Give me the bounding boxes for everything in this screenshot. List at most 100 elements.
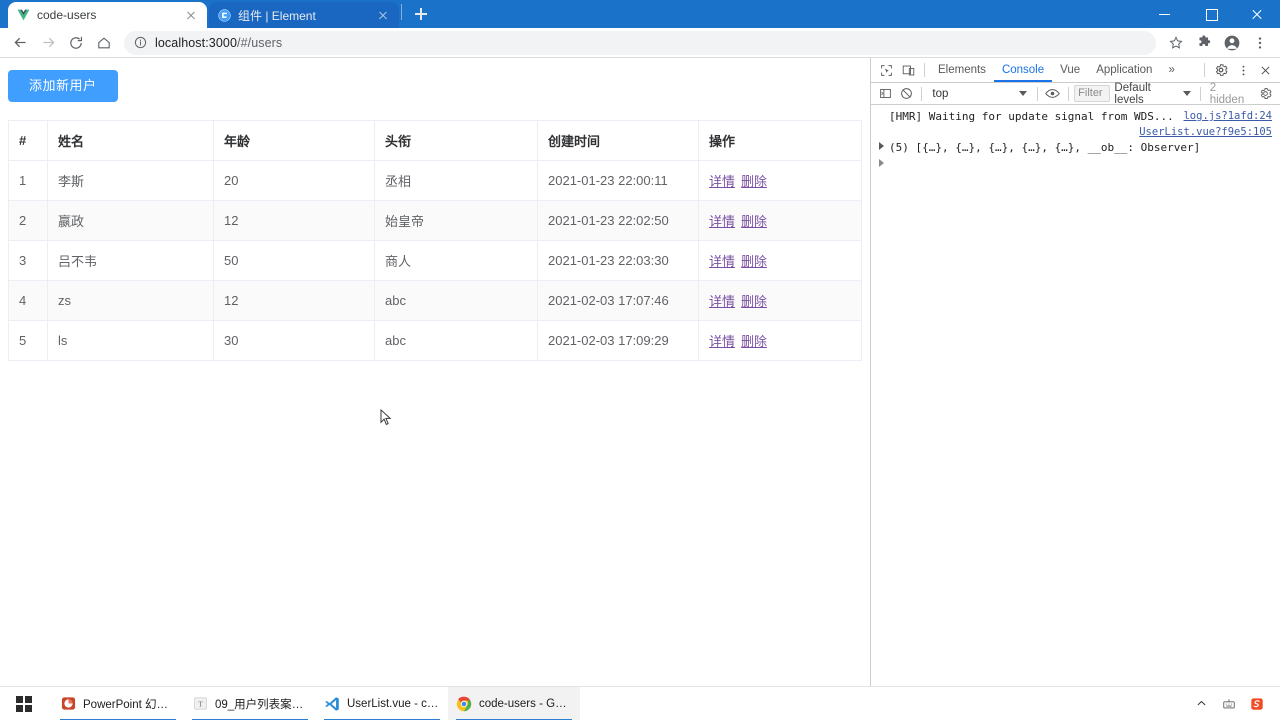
console-settings-gear-icon[interactable] [1255,84,1276,104]
taskbar-item-typora[interactable]: T 09_用户列表案例... [184,687,316,720]
delete-link[interactable]: 删除 [741,254,767,269]
column-header-actions: 操作 [698,120,862,161]
forward-arrow-icon[interactable] [34,29,62,57]
cell-created: 2021-01-23 22:00:11 [537,160,699,201]
console-source-link[interactable]: log.js?1afd:24 [1183,109,1272,124]
log-level-select[interactable]: Default levels [1110,82,1194,106]
chevron-down-icon [1182,91,1191,96]
table-row[interactable]: 1 李斯 20 丞相 2021-01-23 22:00:11 详情 删除 [8,160,862,201]
detail-link[interactable]: 详情 [709,174,735,189]
tab-divider [401,4,402,20]
browser-tab-1[interactable]: code-users [8,2,207,28]
console-filter-input[interactable]: Filter [1074,85,1111,102]
console-sidebar-icon[interactable] [875,84,896,104]
ime-icon[interactable] [1220,695,1238,713]
delete-link[interactable]: 删除 [741,214,767,229]
table-row[interactable]: 5 ls 30 abc 2021-02-03 17:09:29 详情 删除 [8,320,862,361]
gear-icon[interactable] [1210,60,1232,80]
url-text: localhost:3000/#/users [155,35,283,50]
taskbar-item-chrome[interactable]: code-users - Goo... [448,686,580,720]
home-icon[interactable] [90,29,118,57]
account-icon[interactable] [1218,29,1246,57]
cell-created: 2021-02-03 17:07:46 [537,280,699,321]
close-icon[interactable] [1254,60,1276,80]
three-dot-menu-icon[interactable] [1232,60,1254,80]
divider [1199,86,1201,101]
cell-created: 2021-02-03 17:09:29 [537,320,699,361]
taskbar-item-powerpoint[interactable]: PowerPoint 幻灯... [52,687,184,720]
detail-link[interactable]: 详情 [709,334,735,349]
cell-name: zs [47,280,214,321]
devtools-tab-bar: Elements Console Vue Application » [871,58,1280,83]
expand-triangle-icon[interactable] [879,142,884,150]
windows-start-icon[interactable] [0,687,48,720]
detail-link[interactable]: 详情 [709,214,735,229]
maximize-button[interactable] [1188,0,1234,28]
vscode-icon [324,696,340,712]
tab-console[interactable]: Console [993,58,1053,82]
column-header-created: 创建时间 [537,120,699,161]
device-toolbar-icon[interactable] [897,60,919,80]
delete-link[interactable]: 删除 [741,294,767,309]
detail-link[interactable]: 详情 [709,254,735,269]
window-controls [1142,0,1280,28]
tab-application[interactable]: Application [1088,58,1160,82]
chevron-down-icon [1018,91,1027,96]
tab-vue[interactable]: Vue [1052,58,1088,82]
puzzle-icon[interactable] [1190,29,1218,57]
add-user-button[interactable]: 添加新用户 [8,70,118,102]
browser-toolbar: localhost:3000/#/users [0,28,1280,58]
star-icon[interactable] [1162,29,1190,57]
delete-link[interactable]: 删除 [741,334,767,349]
inspect-element-icon[interactable] [875,60,897,80]
execution-context-select[interactable]: top [927,85,1031,103]
system-tray [1192,687,1280,720]
table-row[interactable]: 4 zs 12 abc 2021-02-03 17:07:46 详情 删除 [8,280,862,321]
back-arrow-icon[interactable] [6,29,34,57]
cell-name: ls [47,320,214,361]
cell-title: 丞相 [374,160,538,201]
cell-actions: 详情 删除 [698,280,862,321]
three-dot-menu-icon[interactable] [1246,29,1274,57]
divider [921,86,923,101]
more-tabs-button[interactable]: » [1160,58,1182,82]
console-toolbar: top Filter Default levels 2 hidden [871,82,1280,106]
clear-console-icon[interactable] [896,84,917,104]
cell-age: 12 [213,200,375,241]
taskbar-item-label: UserList.vue - co... [347,697,440,710]
sogou-icon[interactable] [1248,695,1266,713]
divider [1068,86,1070,101]
console-prompt[interactable] [871,156,1280,172]
console-source-link[interactable]: UserList.vue?f9e5:105 [1139,125,1272,140]
reload-icon[interactable] [62,29,90,57]
tab-title: 组件 | Element [238,8,316,23]
table-row[interactable]: 2 嬴政 12 始皇帝 2021-01-23 22:02:50 详情 删除 [8,200,862,241]
live-expression-icon[interactable] [1043,84,1064,104]
powerpoint-icon [60,696,76,712]
cell-actions: 详情 删除 [698,240,862,281]
detail-link[interactable]: 详情 [709,294,735,309]
close-icon[interactable] [375,7,391,23]
taskbar-item-vscode[interactable]: UserList.vue - co... [316,687,448,720]
console-message[interactable]: (5) [{…}, {…}, {…}, {…}, {…}, __ob__: Ob… [871,126,1280,156]
chevron-up-icon[interactable] [1192,695,1210,713]
browser-tab-2[interactable]: 组件 | Element [209,2,399,28]
address-bar[interactable]: localhost:3000/#/users [124,30,1156,55]
cell-age: 12 [213,280,375,321]
element-logo-icon [217,8,231,22]
delete-link[interactable]: 删除 [741,174,767,189]
table-row[interactable]: 3 吕不韦 50 商人 2021-01-23 22:03:30 详情 删除 [8,240,862,281]
tab-elements[interactable]: Elements [930,58,994,82]
close-icon[interactable] [183,7,199,23]
minimize-button[interactable] [1142,0,1188,28]
cell-name: 吕不韦 [47,240,214,281]
page-info-icon[interactable] [134,36,147,49]
toolbar-actions [1162,29,1274,57]
new-tab-button[interactable] [408,1,434,27]
cell-title: abc [374,320,538,361]
cell-created: 2021-01-23 22:02:50 [537,200,699,241]
tab-strip: code-users 组件 | Element [0,0,1280,28]
close-window-button[interactable] [1234,0,1280,28]
cell-index: 5 [8,320,48,361]
column-header-age: 年龄 [213,120,375,161]
